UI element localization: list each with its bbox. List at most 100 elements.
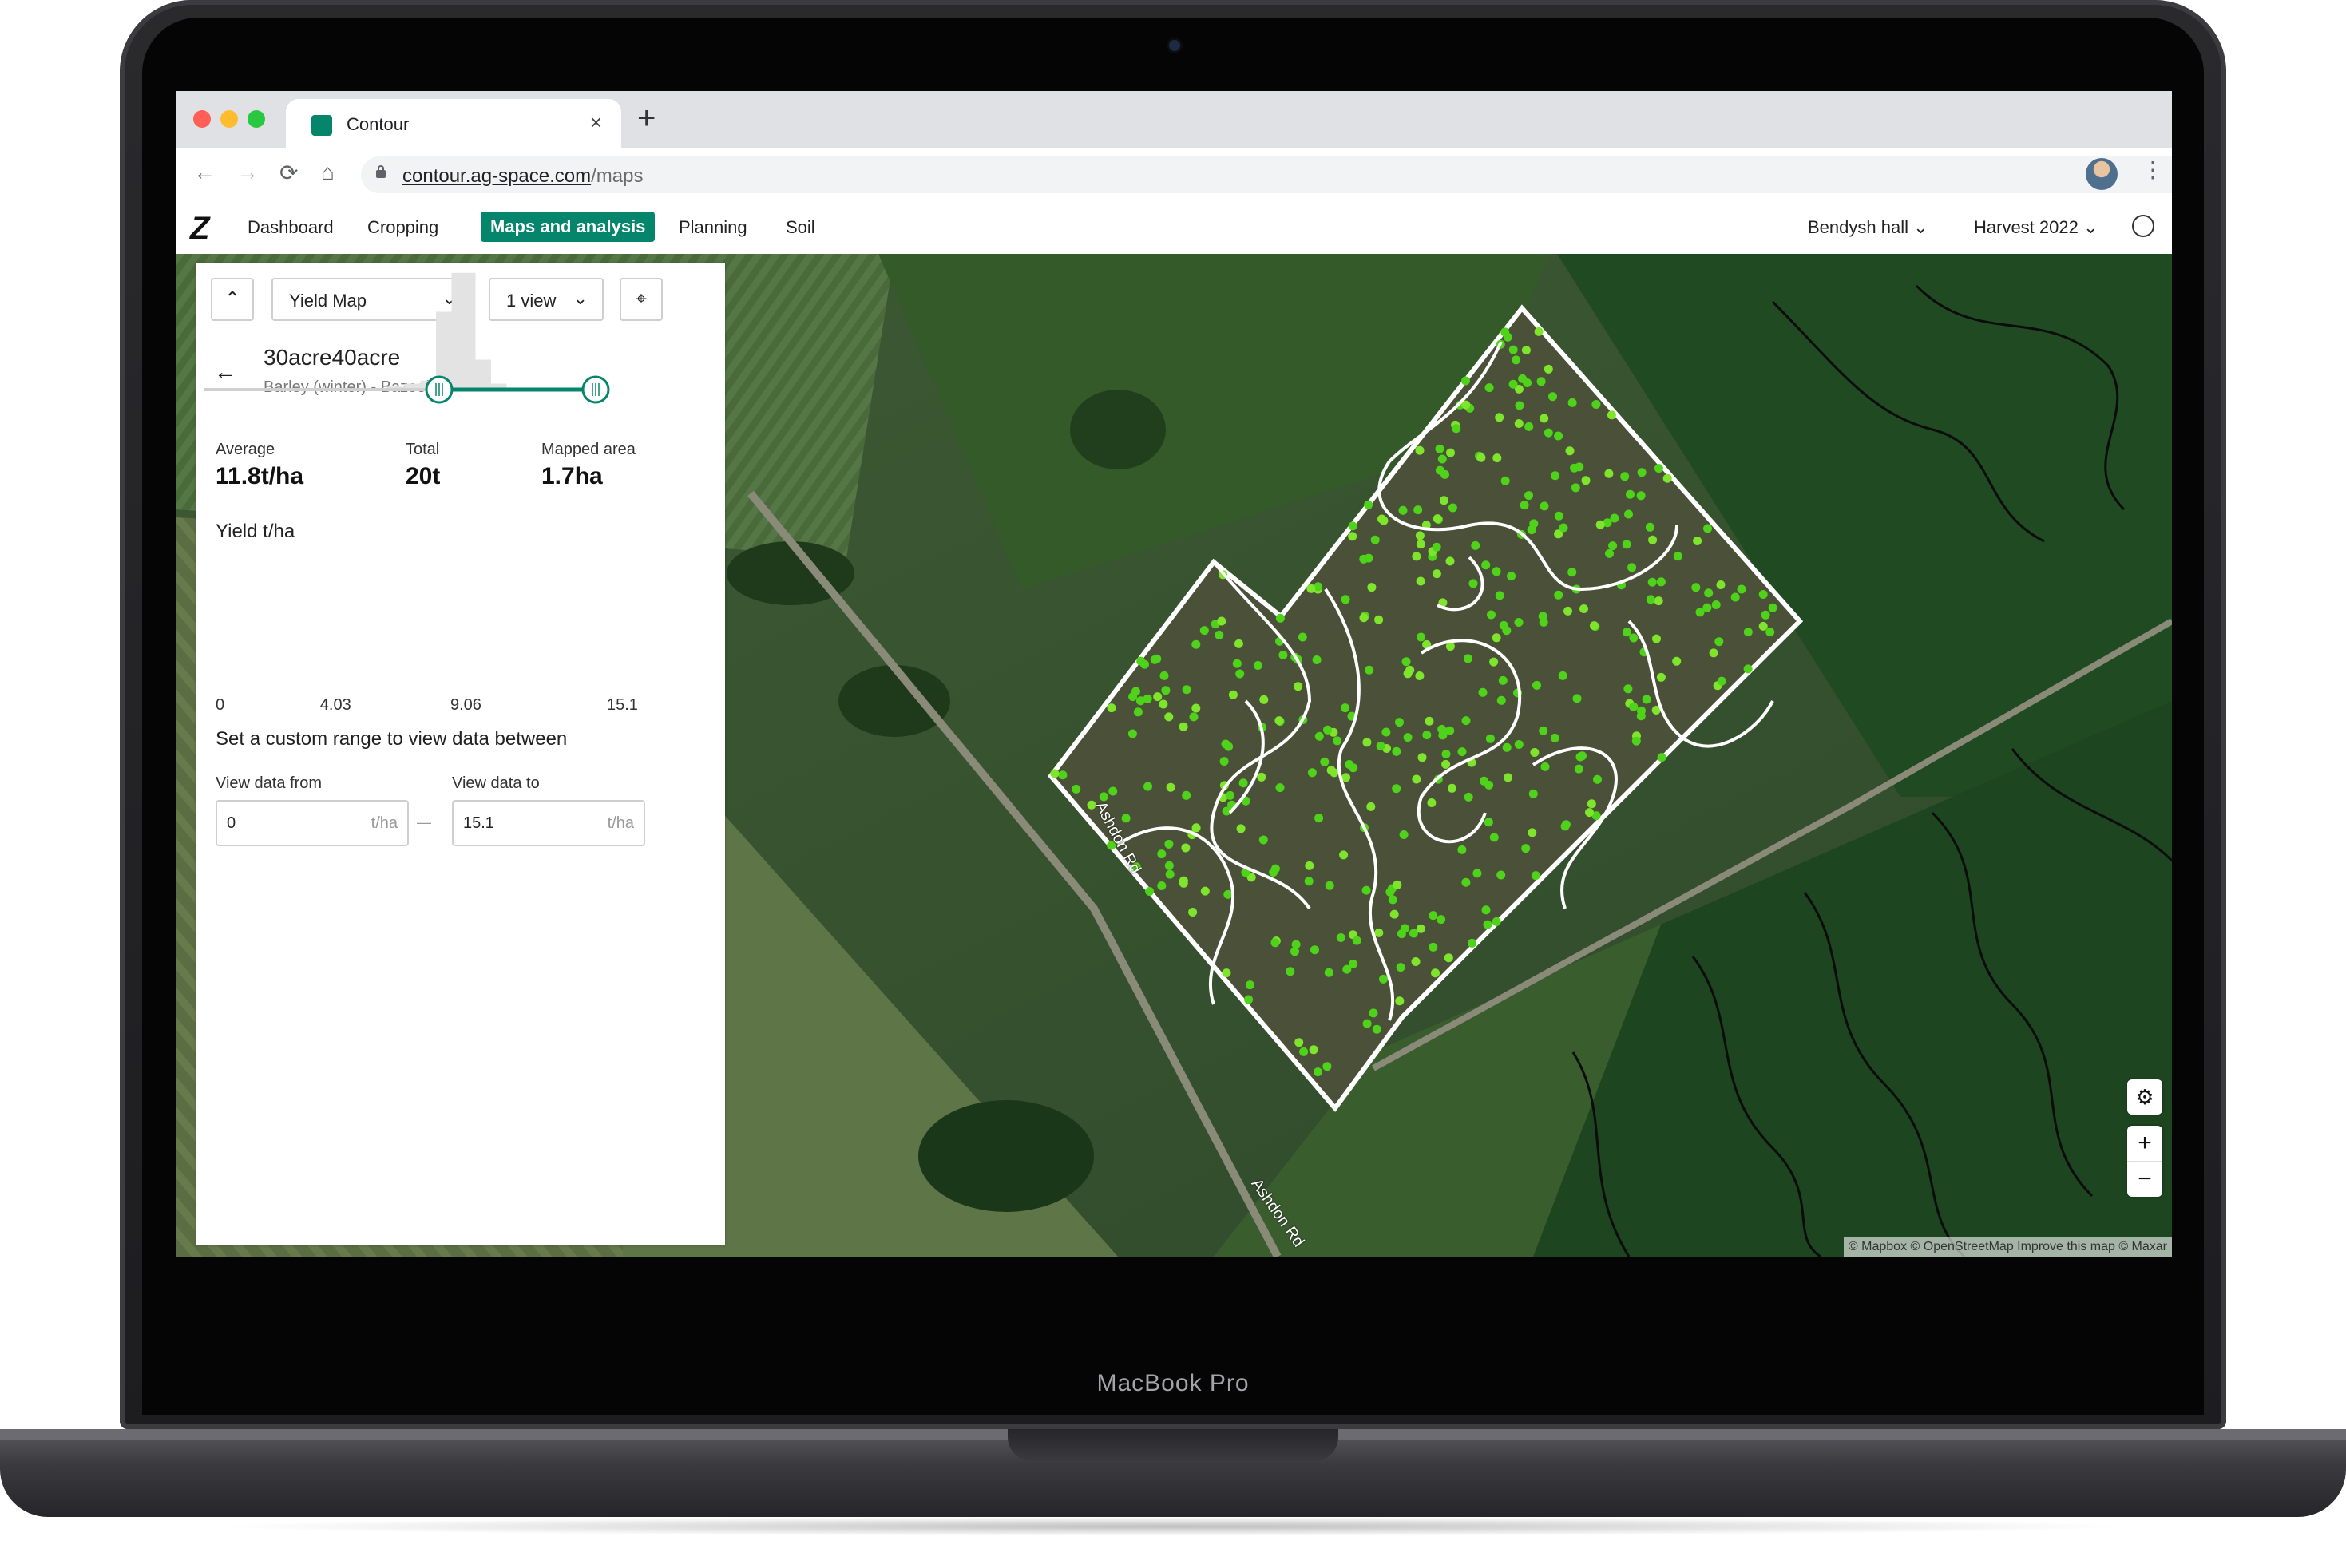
yield-point	[1623, 684, 1633, 694]
yield-point	[1182, 685, 1191, 695]
map-attribution[interactable]: © Mapbox © OpenStreetMap Improve this ma…	[1843, 1237, 2172, 1257]
yield-point	[1189, 712, 1199, 722]
close-window-button[interactable]	[193, 110, 211, 128]
yield-point	[1521, 844, 1531, 853]
yield-point	[1610, 513, 1619, 523]
yield-point	[1222, 968, 1231, 978]
yield-point	[1228, 690, 1238, 699]
yield-point	[1492, 917, 1501, 926]
yield-point	[1165, 869, 1175, 879]
tick-label: 4.03	[319, 696, 351, 714]
yield-point	[1314, 814, 1324, 823]
yield-point	[1714, 637, 1724, 647]
chevron-down-icon: ⌄	[2082, 217, 2098, 237]
yield-point	[1433, 514, 1442, 524]
yield-point	[1372, 1024, 1381, 1034]
average-value: 11.8t/ha	[216, 463, 304, 489]
minimize-window-button[interactable]	[220, 110, 238, 128]
browser-tab[interactable]: Contour ×	[286, 99, 621, 148]
app-logo[interactable]: Z	[190, 211, 209, 247]
yield-point	[1323, 725, 1332, 735]
close-tab-icon[interactable]: ×	[590, 110, 602, 135]
average-label: Average	[216, 441, 275, 458]
yield-point	[1235, 669, 1245, 679]
new-tab-icon[interactable]: +	[637, 101, 656, 137]
yield-point	[1605, 548, 1614, 558]
yield-point	[1389, 909, 1399, 919]
browser-profile-avatar[interactable]	[2086, 158, 2118, 190]
yield-point	[1457, 747, 1467, 757]
yield-point	[1540, 762, 1550, 771]
from-label: View data from	[216, 774, 323, 792]
to-label: View data to	[452, 774, 540, 792]
yield-point	[1159, 699, 1168, 709]
range-from-input[interactable]: 0 t/ha	[216, 800, 409, 846]
yield-point	[1299, 1047, 1309, 1056]
season-selector[interactable]: Harvest 2022 ⌄	[1974, 217, 2098, 238]
yield-point	[1441, 750, 1451, 758]
forward-icon[interactable]: →	[236, 160, 259, 185]
yield-point	[1179, 878, 1188, 888]
yield-point	[1484, 818, 1493, 827]
yield-point	[1591, 400, 1601, 409]
yield-point	[1528, 789, 1538, 798]
device-label: MacBook Pro	[1096, 1370, 1250, 1396]
yield-point	[1595, 520, 1605, 529]
user-account-icon[interactable]	[2132, 215, 2154, 237]
yield-point	[1310, 945, 1319, 955]
map-settings-button[interactable]: ⚙	[2127, 1079, 2162, 1115]
yield-point	[1367, 583, 1377, 592]
total-label: Total	[406, 441, 440, 458]
yield-point	[1716, 580, 1726, 589]
back-icon[interactable]: ←	[193, 160, 216, 185]
nav-soil[interactable]: Soil	[786, 217, 815, 238]
yield-point	[1385, 887, 1395, 897]
yield-point	[1275, 613, 1285, 623]
zoom-in-button[interactable]: +	[2127, 1126, 2162, 1161]
yield-histogram[interactable]	[196, 263, 628, 407]
yield-point	[1333, 736, 1342, 746]
reload-icon[interactable]: ⟳	[279, 160, 298, 186]
yield-point	[1432, 542, 1441, 552]
yield-point	[1514, 740, 1524, 749]
yield-point	[1626, 489, 1635, 499]
yield-point	[1441, 759, 1451, 769]
zoom-out-button[interactable]: −	[2127, 1161, 2162, 1197]
browser-menu-icon[interactable]: ⋮	[2142, 156, 2164, 183]
map-canvas[interactable]: Ashdon Rd Ashdon Rd ⌃ Yield Map ⌄ 1 view ⌄…	[176, 254, 2172, 1257]
yield-point	[1432, 569, 1441, 579]
yield-point	[1361, 885, 1371, 895]
yield-point	[1514, 419, 1524, 428]
url-input[interactable]: contour.ag-space.com/maps ☆	[361, 156, 2172, 193]
yield-point	[1532, 680, 1541, 690]
nav-dashboard[interactable]: Dashboard	[248, 217, 334, 238]
nav-cropping[interactable]: Cropping	[367, 217, 438, 238]
yield-point	[1567, 398, 1577, 407]
yield-point	[1544, 428, 1553, 438]
yield-point	[1395, 996, 1405, 1006]
yield-point	[1622, 540, 1631, 549]
maximize-window-button[interactable]	[248, 110, 265, 128]
nav-maps-and-analysis[interactable]: Maps and analysis	[481, 212, 656, 242]
yield-point	[1758, 621, 1768, 631]
yield-point	[1514, 618, 1524, 627]
tab-title: Contour	[347, 114, 410, 134]
yield-point	[1143, 782, 1152, 791]
yield-point	[1152, 654, 1162, 663]
farm-selector[interactable]: Bendysh hall ⌄	[1808, 217, 1928, 238]
yield-point	[1489, 657, 1499, 667]
home-icon[interactable]: ⌂	[321, 160, 335, 185]
range-to-input[interactable]: 15.1 t/ha	[452, 800, 645, 846]
yield-point	[1365, 665, 1374, 675]
yield-point	[1637, 468, 1647, 477]
yield-point	[1307, 768, 1317, 778]
yield-point	[1164, 839, 1174, 849]
yield-point	[1536, 377, 1546, 386]
yield-point	[1567, 568, 1577, 577]
yield-point	[1348, 532, 1357, 541]
yield-point	[1439, 496, 1448, 505]
tree-cluster	[918, 1100, 1094, 1212]
nav-planning[interactable]: Planning	[679, 217, 747, 238]
browser-address-bar: ← → ⟳ ⌂ contour.ag-space.com/maps ☆ ⋮	[176, 148, 2172, 202]
yield-point	[1646, 595, 1655, 604]
